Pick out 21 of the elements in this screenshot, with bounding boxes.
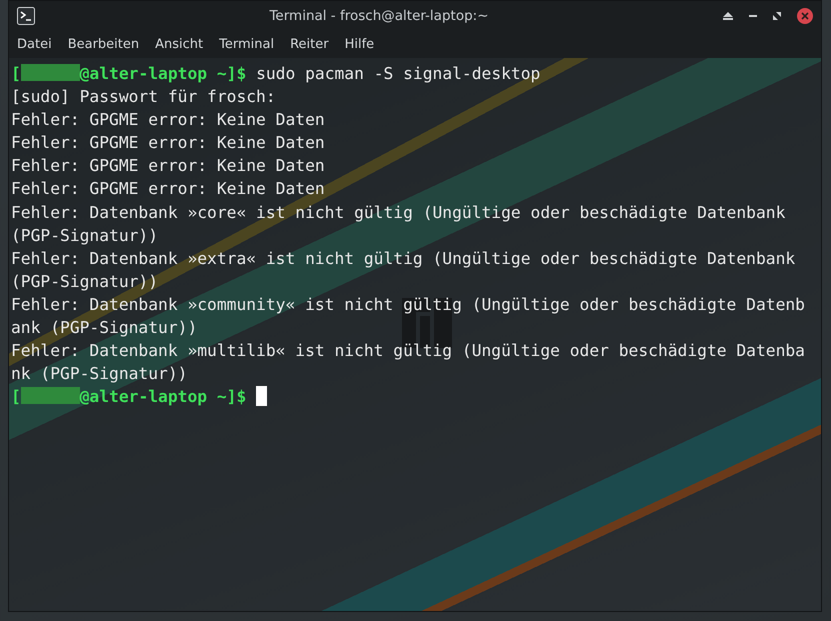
output-line: Fehler: GPGME error: Keine Daten <box>11 178 326 200</box>
prompt-host: @alter-laptop ~]$ <box>80 64 246 83</box>
command-text: sudo pacman -S signal-desktop <box>256 64 540 83</box>
menu-item[interactable]: Terminal <box>219 34 274 54</box>
output-line: Fehler: GPGME error: Keine Daten <box>11 109 326 132</box>
prompt-host: @alter-laptop ~]$ <box>80 387 246 406</box>
window-title: Terminal - frosch@alter-laptop:~ <box>268 6 490 26</box>
output-line: [sudo] Passwort für frosch: <box>11 86 277 108</box>
menu-item[interactable]: Hilfe <box>344 34 374 54</box>
menu-item[interactable]: Datei <box>17 34 52 54</box>
output-line: Fehler: Datenbank »multilib« ist nicht gültig (Ungültige oder beschädigte Datenbank (PGP-Signatur)) <box>11 340 806 386</box>
output-line: Fehler: GPGME error: Keine Daten <box>11 132 326 154</box>
output-line: Fehler: GPGME error: Keine Daten <box>11 155 326 178</box>
output-line: Fehler: Datenbank »extra« ist nicht gültig (Ungültige oder beschädigte Datenbank (PGP-Signatur)) <box>11 248 796 293</box>
menu-item[interactable]: Reiter <box>290 34 329 54</box>
prompt-bracket: [ <box>11 387 21 406</box>
prompt-bracket: [ <box>11 64 21 83</box>
output-line: Fehler: Datenbank »core« ist nicht gültig (Ungültige oder beschädigte Datenbank (PGP-Signatur)) <box>11 202 786 247</box>
output-line: Fehler: Datenbank »community« ist nicht gültig (Ungültige oder beschädigte Datenbank (PGP-Signatur)) <box>11 294 806 340</box>
menu-item[interactable]: Ansicht <box>155 34 204 54</box>
menu-item[interactable]: Bearbeiten <box>68 34 140 54</box>
